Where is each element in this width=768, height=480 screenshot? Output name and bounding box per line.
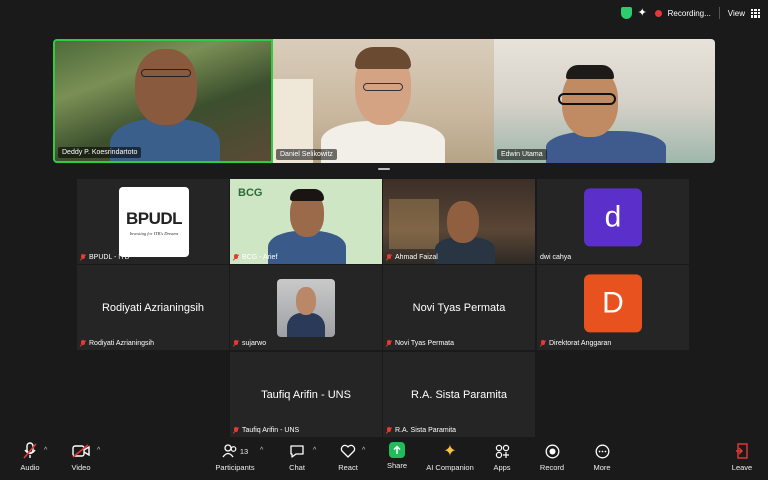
record-icon <box>543 442 561 460</box>
top-bar: ✦ Recording... View <box>0 0 768 30</box>
participant-label: BCG - Arief <box>233 254 277 261</box>
participant-center-name: Rodiyati Azrianingsih <box>101 301 205 314</box>
hair-shape <box>566 65 614 79</box>
glasses-shape <box>363 83 403 91</box>
view-button[interactable]: View <box>728 9 745 18</box>
meeting-status-area: ✦ Recording... View <box>620 7 760 19</box>
participant-label: Direktorat Anggaran <box>540 340 611 347</box>
gallery-tile-sujarwo[interactable]: sujarwo <box>230 265 382 350</box>
participants-icon: 13 <box>218 442 252 460</box>
mic-muted-icon <box>386 427 392 434</box>
mic-muted-icon <box>21 442 39 460</box>
participant-label: dwi cahya <box>540 254 572 261</box>
chat-options-chevron-icon[interactable]: ^ <box>313 447 316 454</box>
participant-label: Rodiyati Azrianingsih <box>80 340 154 347</box>
avatar <box>277 279 335 337</box>
gallery-tile-sista[interactable]: R.A. Sista Paramita R.A. Sista Paramita <box>383 352 535 437</box>
gallery-tile-arief[interactable]: BCG BCG - Arief <box>230 179 382 264</box>
gallery-tile-direktorat[interactable]: D Direktorat Anggaran <box>537 265 689 350</box>
speaker-name-label: Edwin Utama <box>497 149 547 160</box>
ai-companion-sparkle-icon[interactable]: ✦ <box>638 7 649 19</box>
mic-muted-icon <box>233 340 239 347</box>
mic-muted-icon <box>80 254 86 261</box>
hair-shape <box>355 47 411 69</box>
share-arrow-icon <box>389 442 405 458</box>
encryption-shield-icon[interactable] <box>620 7 632 19</box>
leave-button[interactable]: Leave <box>712 442 768 472</box>
participant-center-name: R.A. Sista Paramita <box>411 388 507 401</box>
video-button[interactable]: Video <box>51 442 111 472</box>
participant-video <box>546 131 666 163</box>
gallery-tile-dwi-cahya[interactable]: d dwi cahya <box>537 179 689 264</box>
avatar: D <box>584 273 642 332</box>
video-off-icon <box>72 442 90 460</box>
gallery-tile-rodiyati[interactable]: Rodiyati Azrianingsih Rodiyati Azrianing… <box>77 265 229 350</box>
speaker-tile-daniel[interactable]: Daniel Selikowitz <box>273 39 494 163</box>
participant-label: R.A. Sista Paramita <box>386 427 456 434</box>
mic-muted-icon <box>80 340 86 347</box>
logo-text: BPUDL <box>125 208 183 228</box>
speaker-name-label: Daniel Selikowitz <box>276 149 337 160</box>
gallery-tile-faizal[interactable]: Ahmad Faizal <box>383 179 535 264</box>
background-lights <box>389 199 439 249</box>
recording-dot-icon <box>654 9 662 17</box>
participants-button[interactable]: 13 Participants <box>205 442 265 472</box>
speaker-tile-edwin[interactable]: Edwin Utama <box>494 39 715 163</box>
heart-icon <box>339 442 357 460</box>
mic-muted-icon <box>386 340 392 347</box>
gallery-tile-bpudl[interactable]: BPUDL Investing for ITB's Dreams BPUDL -… <box>77 179 229 264</box>
suit-shape <box>287 313 325 337</box>
react-options-chevron-icon[interactable]: ^ <box>362 447 365 454</box>
recording-label[interactable]: Recording... <box>668 9 711 18</box>
video-options-chevron-icon[interactable]: ^ <box>97 447 100 454</box>
gallery-tile-novi[interactable]: Novi Tyas Permata Novi Tyas Permata <box>383 265 535 350</box>
mic-muted-icon <box>386 254 392 261</box>
participant-label: sujarwo <box>233 340 266 347</box>
more-dots-icon <box>593 442 611 460</box>
apps-icon <box>493 442 511 460</box>
leave-door-icon <box>733 442 751 460</box>
sparkle-icon: ✦ <box>443 443 457 460</box>
participant-video <box>321 121 445 163</box>
audio-options-chevron-icon[interactable]: ^ <box>44 447 47 454</box>
glasses-shape <box>558 93 616 105</box>
participants-count: 13 <box>239 446 249 456</box>
bpudl-logo: BPUDL Investing for ITB's Dreams <box>119 187 189 257</box>
avatar: d <box>584 187 642 246</box>
participant-center-name: Taufiq Arifin - UNS <box>261 388 351 401</box>
meeting-toolbar: Audio ^ Video ^ 13 Participants ^ Chat ^… <box>0 438 768 480</box>
participant-label: BPUDL - ITB <box>80 254 129 261</box>
bcg-background-text: BCG <box>238 187 263 199</box>
logo-tagline: Investing for ITB's Dreams <box>129 230 179 236</box>
participant-label: Taufiq Arifin - UNS <box>233 427 299 434</box>
speaker-name-label: Deddy P. Koesrindartoto <box>58 147 142 158</box>
chat-icon <box>288 442 306 460</box>
mic-muted-icon <box>540 340 546 347</box>
face-shape <box>296 287 316 315</box>
mic-muted-icon <box>233 427 239 434</box>
glasses-shape <box>141 69 191 77</box>
participant-center-name: Novi Tyas Permata <box>412 301 506 314</box>
participant-label: Ahmad Faizal <box>386 254 438 261</box>
view-grid-icon[interactable] <box>751 8 760 18</box>
participant-face <box>447 201 479 243</box>
divider <box>718 7 720 19</box>
participants-options-chevron-icon[interactable]: ^ <box>260 447 263 454</box>
more-button[interactable]: More <box>572 442 632 472</box>
speaker-tile-deddy[interactable]: Deddy P. Koesrindartoto <box>53 39 273 163</box>
gallery-tile-taufiq[interactable]: Taufiq Arifin - UNS Taufiq Arifin - UNS <box>230 352 382 437</box>
mic-muted-icon <box>233 254 239 261</box>
resize-handle[interactable] <box>378 168 390 170</box>
participant-face <box>135 49 197 125</box>
hair-shape <box>290 189 324 201</box>
participant-label: Novi Tyas Permata <box>386 340 454 347</box>
